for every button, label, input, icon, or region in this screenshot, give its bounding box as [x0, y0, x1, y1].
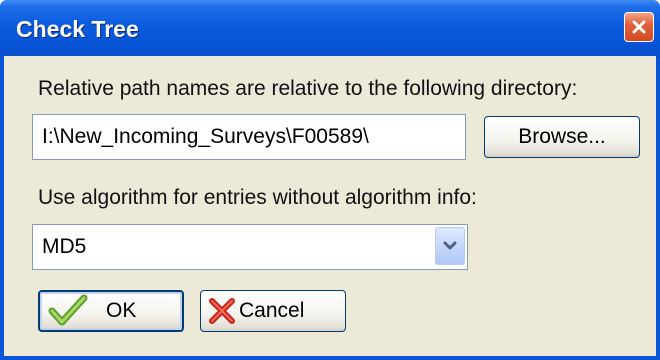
- close-icon: [632, 20, 646, 34]
- dropdown-button[interactable]: [435, 227, 465, 265]
- ok-button-label: OK: [106, 299, 137, 322]
- algorithm-label: Use algorithm for entries without algori…: [38, 186, 477, 209]
- algorithm-select[interactable]: MD5: [32, 224, 468, 270]
- ok-button[interactable]: OK: [38, 290, 184, 332]
- directory-input-value: I:\New_Incoming_Surveys\F00589\: [42, 125, 369, 148]
- title-bar[interactable]: Check Tree: [0, 0, 660, 58]
- browse-button[interactable]: Browse...: [484, 116, 640, 158]
- cancel-button-label: Cancel: [239, 299, 305, 322]
- check-tree-dialog: Check Tree Relative path names are relat…: [0, 0, 660, 360]
- cancel-button[interactable]: Cancel: [200, 290, 346, 332]
- dialog-body: Relative path names are relative to the …: [4, 56, 656, 356]
- chevron-down-icon: [443, 241, 457, 250]
- algorithm-select-value: MD5: [42, 235, 87, 258]
- close-button[interactable]: [624, 12, 654, 42]
- directory-input[interactable]: I:\New_Incoming_Surveys\F00589\: [32, 114, 466, 160]
- checkmark-icon: [48, 294, 88, 326]
- browse-button-label: Browse...: [518, 125, 606, 148]
- window-title: Check Tree: [16, 16, 139, 42]
- x-cross-icon: [209, 298, 235, 324]
- directory-label: Relative path names are relative to the …: [38, 77, 578, 100]
